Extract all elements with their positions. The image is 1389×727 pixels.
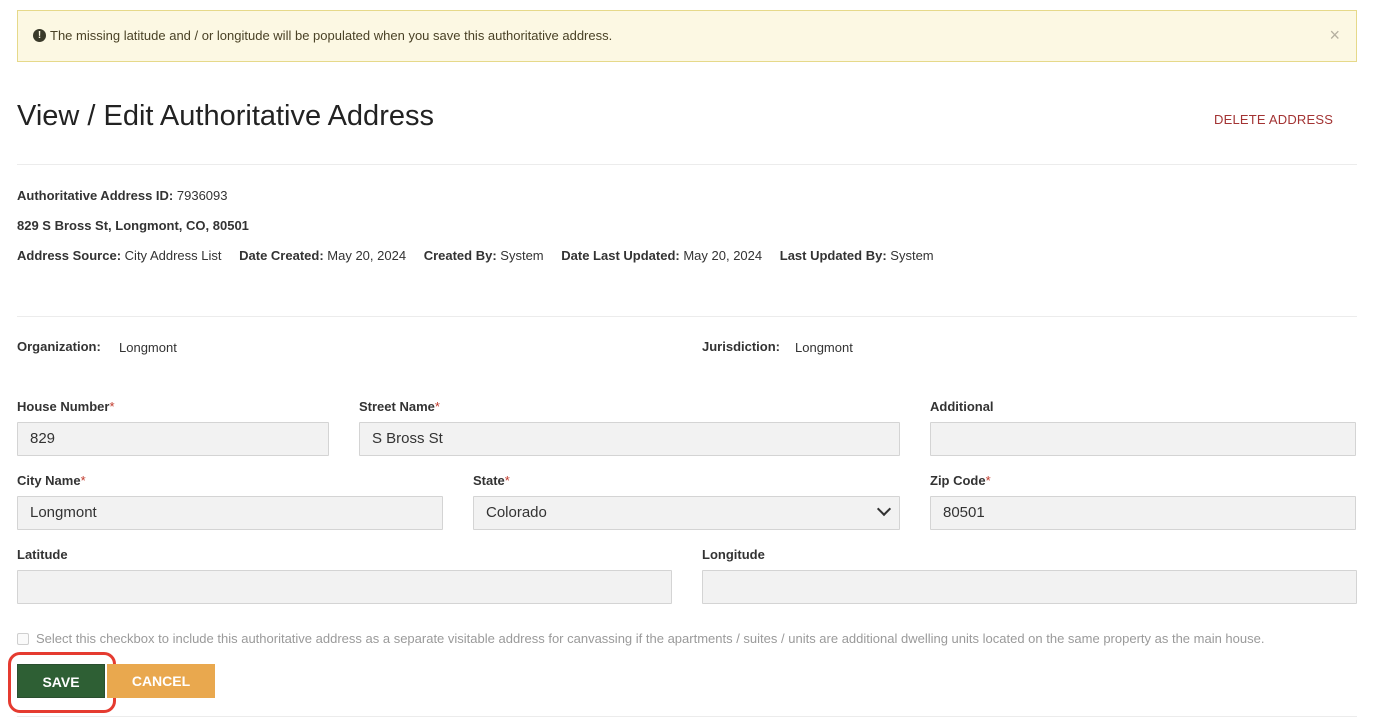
audit-row: Address Source: City Address List Date C… xyxy=(17,248,948,263)
additional-label: Additional xyxy=(930,399,994,414)
full-address: 829 S Bross St, Longmont, CO, 80501 xyxy=(17,218,249,233)
date-last-updated: Date Last Updated: May 20, 2024 xyxy=(561,248,763,263)
date-created: Date Created: May 20, 2024 xyxy=(239,248,407,263)
latitude-input[interactable] xyxy=(17,570,672,604)
created-by: Created By: System xyxy=(423,248,544,263)
state-label: State* xyxy=(473,473,510,488)
full-address-row: 829 S Bross St, Longmont, CO, 80501 xyxy=(17,218,249,233)
address-id-value: 7936093 xyxy=(176,188,228,203)
additional-input[interactable] xyxy=(930,422,1356,456)
canvassing-checkbox-label[interactable]: Select this checkbox to include this aut… xyxy=(36,631,1264,646)
chevron-down-icon xyxy=(876,501,892,517)
house-number-input[interactable]: 829 xyxy=(17,422,329,456)
divider xyxy=(17,716,1357,717)
organization-label: Organization: xyxy=(17,339,101,354)
latitude-label: Latitude xyxy=(17,547,68,562)
zip-code-input[interactable]: 80501 xyxy=(930,496,1356,530)
divider xyxy=(17,316,1357,317)
street-name-label: Street Name* xyxy=(359,399,440,414)
longitude-input[interactable] xyxy=(702,570,1357,604)
address-id-label: Authoritative Address ID: xyxy=(17,188,174,203)
save-button[interactable]: SAVE xyxy=(17,664,105,698)
delete-address-link[interactable]: DELETE ADDRESS xyxy=(1214,112,1333,127)
alert-message: The missing latitude and / or longitude … xyxy=(50,28,613,43)
alert-banner: ! The missing latitude and / or longitud… xyxy=(17,10,1357,62)
state-select[interactable]: Colorado xyxy=(473,496,900,530)
address-source: Address Source: City Address List xyxy=(17,248,222,263)
house-number-label: House Number* xyxy=(17,399,115,414)
exclamation-circle-icon: ! xyxy=(33,29,46,42)
canvassing-checkbox[interactable] xyxy=(17,633,29,645)
last-updated-by: Last Updated By: System xyxy=(779,248,934,263)
city-name-label: City Name* xyxy=(17,473,86,488)
page-title: View / Edit Authoritative Address xyxy=(17,100,434,132)
jurisdiction-value: Longmont xyxy=(795,340,853,355)
organization-value: Longmont xyxy=(119,340,177,355)
jurisdiction-label: Jurisdiction: xyxy=(702,339,781,354)
cancel-button[interactable]: CANCEL xyxy=(107,664,215,698)
zip-code-label: Zip Code* xyxy=(930,473,991,488)
state-selected-value: Colorado xyxy=(486,504,547,521)
city-name-input[interactable]: Longmont xyxy=(17,496,443,530)
longitude-label: Longitude xyxy=(702,547,765,562)
address-id-row: Authoritative Address ID: 7936093 xyxy=(17,188,228,203)
close-icon[interactable]: × xyxy=(1329,25,1340,46)
street-name-input[interactable]: S Bross St xyxy=(359,422,900,456)
divider xyxy=(17,164,1357,165)
